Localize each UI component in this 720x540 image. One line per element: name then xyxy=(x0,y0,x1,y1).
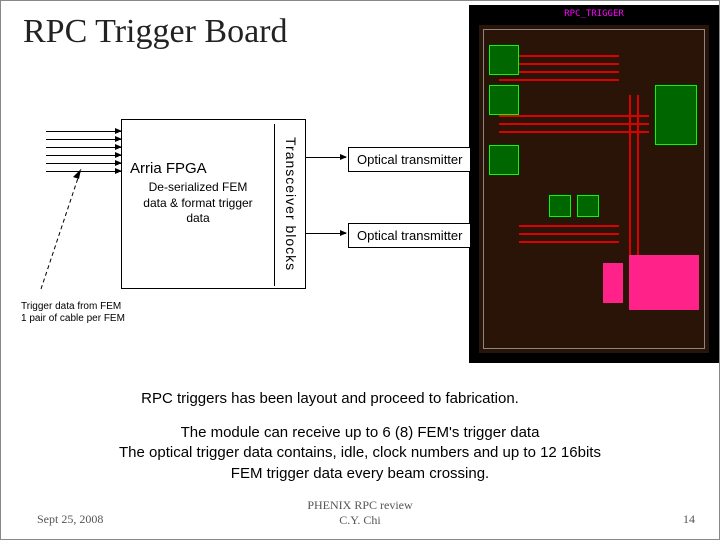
footer-center: PHENIX RPC review C.Y. Chi xyxy=(1,498,719,527)
optical-transmitter-2: Optical transmitter xyxy=(348,223,471,248)
optical-arrow-icon xyxy=(306,233,346,234)
fpga-description: De-serialized FEM data & format trigger … xyxy=(138,180,258,227)
block-diagram: Arria FPGA De-serialized FEM data & form… xyxy=(21,109,701,339)
slide: RPC Trigger Board RPC_TRIGGER xyxy=(0,0,720,540)
optical-arrow-icon xyxy=(306,157,346,158)
dashed-pointer-arrow-icon xyxy=(31,149,121,299)
trigger-data-caption: Trigger data from FEM 1 pair of cable pe… xyxy=(21,301,125,325)
pcb-label: RPC_TRIGGER xyxy=(469,9,719,19)
body-line-1: RPC triggers has been layout and proceed… xyxy=(0,389,689,409)
body-paragraph-2: The module can receive up to 6 (8) FEM's… xyxy=(1,423,719,484)
fem-arrow-icon xyxy=(46,139,121,140)
trigger-caption-line1: Trigger data from FEM xyxy=(21,301,125,313)
transceiver-divider xyxy=(274,124,275,286)
fpga-title: Arria FPGA xyxy=(130,160,207,177)
transceiver-label: Transceiver blocks xyxy=(283,124,299,284)
fem-arrow-icon xyxy=(46,147,121,148)
fpga-block: Arria FPGA De-serialized FEM data & form… xyxy=(121,119,306,289)
trigger-caption-line2: 1 pair of cable per FEM xyxy=(21,313,125,325)
fem-arrow-icon xyxy=(46,131,121,132)
optical-transmitter-1: Optical transmitter xyxy=(348,147,471,172)
footer-page-number: 14 xyxy=(683,512,695,527)
